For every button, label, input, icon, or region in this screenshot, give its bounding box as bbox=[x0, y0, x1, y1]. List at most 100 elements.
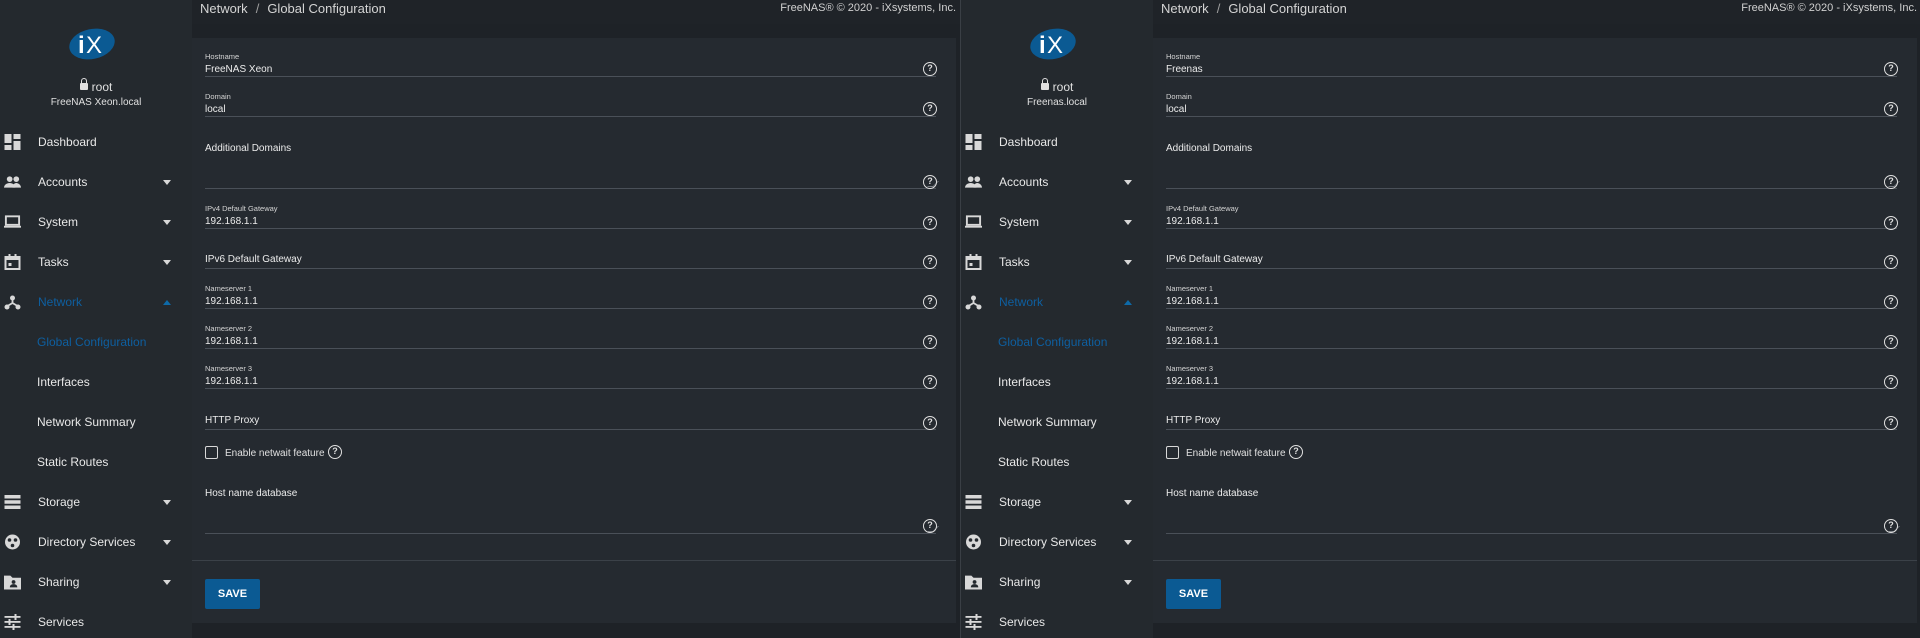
netwait-checkbox[interactable] bbox=[205, 446, 218, 459]
breadcrumb-current: Global Configuration bbox=[1228, 1, 1347, 16]
sidebar-item-services[interactable]: Services bbox=[961, 602, 1153, 638]
form-divider bbox=[192, 560, 956, 561]
netwait-checkbox[interactable] bbox=[1166, 446, 1179, 459]
sidebar-item-storage[interactable]: Storage bbox=[0, 482, 192, 522]
http-proxy-field[interactable]: HTTP Proxy bbox=[205, 415, 936, 430]
domain-help-icon[interactable]: ? bbox=[923, 102, 937, 116]
directory-icon bbox=[5, 534, 20, 550]
ipv4-gateway-field[interactable]: IPv4 Default Gateway 192.168.1.1 bbox=[205, 200, 936, 229]
sidebar-nav: Dashboard Accounts System Tasks Network … bbox=[961, 122, 1153, 638]
tune-icon bbox=[965, 614, 982, 630]
svg-text:i: i bbox=[1039, 32, 1046, 59]
ipv4-gateway-field[interactable]: IPv4 Default Gateway 192.168.1.1 bbox=[1166, 200, 1897, 229]
sidebar-item-network-summary[interactable]: Network Summary bbox=[961, 402, 1153, 442]
sidebar-item-network[interactable]: Network bbox=[0, 282, 192, 322]
copyright: FreeNAS® © 2020 - iXsystems, Inc. bbox=[780, 2, 956, 14]
save-button[interactable]: SAVE bbox=[1166, 579, 1221, 609]
nameserver3-help-icon[interactable]: ? bbox=[1884, 375, 1898, 389]
chevron-down-icon bbox=[163, 260, 171, 265]
chevron-down-icon bbox=[1124, 260, 1132, 265]
chevron-down-icon bbox=[1124, 500, 1132, 505]
hostname-field[interactable]: Hostname Freenas bbox=[1166, 48, 1897, 77]
global-configuration-form: Hostname FreeNAS Xeon Domain local Addit… bbox=[192, 38, 956, 623]
sidebar: i X root Freenas.local Dashboard Account… bbox=[961, 0, 1153, 638]
chevron-down-icon bbox=[163, 540, 171, 545]
sidebar-item-static-routes[interactable]: Static Routes bbox=[0, 442, 192, 482]
nameserver2-help-icon[interactable]: ? bbox=[1884, 335, 1898, 349]
breadcrumb-network-link[interactable]: Network bbox=[200, 1, 248, 16]
nameserver1-field[interactable]: Nameserver 1 192.168.1.1 bbox=[205, 280, 936, 309]
host-name-database-help-icon[interactable]: ? bbox=[923, 519, 937, 533]
sidebar-item-interfaces[interactable]: Interfaces bbox=[0, 362, 192, 402]
current-user: root bbox=[961, 78, 1153, 94]
sidebar-item-dashboard[interactable]: Dashboard bbox=[961, 122, 1153, 162]
domain-field[interactable]: Domain local bbox=[1166, 88, 1897, 117]
sidebar-item-tasks[interactable]: Tasks bbox=[0, 242, 192, 282]
sidebar-item-system[interactable]: System bbox=[0, 202, 192, 242]
nameserver1-field[interactable]: Nameserver 1 192.168.1.1 bbox=[1166, 280, 1897, 309]
sidebar-item-global-configuration[interactable]: Global Configuration bbox=[961, 322, 1153, 362]
ipv6-gateway-help-icon[interactable]: ? bbox=[1884, 255, 1898, 269]
sidebar-item-directory-services[interactable]: Directory Services bbox=[961, 522, 1153, 562]
netwait-help-icon[interactable]: ? bbox=[328, 445, 342, 459]
sidebar-item-directory-services[interactable]: Directory Services bbox=[0, 522, 192, 562]
hostname-help-icon[interactable]: ? bbox=[1884, 62, 1898, 76]
sidebar-item-tasks[interactable]: Tasks bbox=[961, 242, 1153, 282]
sidebar-item-accounts[interactable]: Accounts bbox=[0, 162, 192, 202]
host-name-database-field[interactable]: Host name database bbox=[1166, 488, 1900, 534]
directory-icon bbox=[966, 534, 981, 550]
netwait-label: Enable netwait feature bbox=[225, 448, 325, 459]
nameserver1-help-icon[interactable]: ? bbox=[923, 295, 937, 309]
host-name-database-field[interactable]: Host name database bbox=[205, 488, 939, 534]
topbar: Network / Global Configuration FreeNAS® © … bbox=[1153, 0, 1920, 24]
domain-field[interactable]: Domain local bbox=[205, 88, 936, 117]
host-name-database-help-icon[interactable]: ? bbox=[1884, 519, 1898, 533]
nameserver2-field[interactable]: Nameserver 2 192.168.1.1 bbox=[205, 320, 936, 349]
nameserver2-help-icon[interactable]: ? bbox=[923, 335, 937, 349]
sidebar-item-global-configuration[interactable]: Global Configuration bbox=[0, 322, 192, 362]
ipv4-gateway-help-icon[interactable]: ? bbox=[1884, 216, 1898, 230]
nameserver2-field[interactable]: Nameserver 2 192.168.1.1 bbox=[1166, 320, 1897, 349]
sidebar-item-network-summary[interactable]: Network Summary bbox=[0, 402, 192, 442]
storage-icon bbox=[965, 495, 982, 509]
sidebar-item-sharing[interactable]: Sharing bbox=[0, 562, 192, 602]
copyright: FreeNAS® © 2020 - iXsystems, Inc. bbox=[1741, 2, 1917, 14]
sidebar-item-storage[interactable]: Storage bbox=[961, 482, 1153, 522]
breadcrumb-network-link[interactable]: Network bbox=[1161, 1, 1209, 16]
ipv6-gateway-field[interactable]: IPv6 Default Gateway bbox=[1166, 254, 1897, 269]
sidebar-item-accounts[interactable]: Accounts bbox=[961, 162, 1153, 202]
sidebar-nav: Dashboard Accounts System Tasks Network … bbox=[0, 122, 192, 638]
sidebar-item-sharing[interactable]: Sharing bbox=[961, 562, 1153, 602]
additional-domains-field[interactable]: Additional Domains bbox=[1166, 142, 1900, 189]
save-button[interactable]: SAVE bbox=[205, 579, 260, 609]
ipv4-gateway-help-icon[interactable]: ? bbox=[923, 216, 937, 230]
sidebar-item-system[interactable]: System bbox=[961, 202, 1153, 242]
nameserver3-help-icon[interactable]: ? bbox=[923, 375, 937, 389]
nameserver3-field[interactable]: Nameserver 3 192.168.1.1 bbox=[205, 360, 936, 389]
sidebar-item-network[interactable]: Network bbox=[961, 282, 1153, 322]
sidebar-item-interfaces[interactable]: Interfaces bbox=[961, 362, 1153, 402]
ipv6-gateway-help-icon[interactable]: ? bbox=[923, 255, 937, 269]
ix-logo: i X bbox=[69, 28, 115, 60]
sidebar-item-services[interactable]: Services bbox=[0, 602, 192, 638]
ipv6-gateway-field[interactable]: IPv6 Default Gateway bbox=[205, 254, 936, 269]
hostname-help-icon[interactable]: ? bbox=[923, 62, 937, 76]
chevron-down-icon bbox=[163, 500, 171, 505]
chevron-up-icon bbox=[1124, 300, 1132, 305]
sidebar-item-dashboard[interactable]: Dashboard bbox=[0, 122, 192, 162]
shared-folder-icon bbox=[965, 575, 982, 590]
additional-domains-help-icon[interactable]: ? bbox=[1884, 175, 1898, 189]
additional-domains-field[interactable]: Additional Domains bbox=[205, 142, 939, 189]
netwait-help-icon[interactable]: ? bbox=[1289, 445, 1303, 459]
breadcrumb: Network / Global Configuration bbox=[1161, 1, 1347, 16]
hostname-field[interactable]: Hostname FreeNAS Xeon bbox=[205, 48, 936, 77]
additional-domains-help-icon[interactable]: ? bbox=[923, 175, 937, 189]
http-proxy-field[interactable]: HTTP Proxy bbox=[1166, 415, 1897, 430]
http-proxy-help-icon[interactable]: ? bbox=[923, 416, 937, 430]
nameserver1-help-icon[interactable]: ? bbox=[1884, 295, 1898, 309]
system-hostname: FreeNAS Xeon.local bbox=[50, 97, 142, 108]
http-proxy-help-icon[interactable]: ? bbox=[1884, 416, 1898, 430]
nameserver3-field[interactable]: Nameserver 3 192.168.1.1 bbox=[1166, 360, 1897, 389]
sidebar-item-static-routes[interactable]: Static Routes bbox=[961, 442, 1153, 482]
domain-help-icon[interactable]: ? bbox=[1884, 102, 1898, 116]
